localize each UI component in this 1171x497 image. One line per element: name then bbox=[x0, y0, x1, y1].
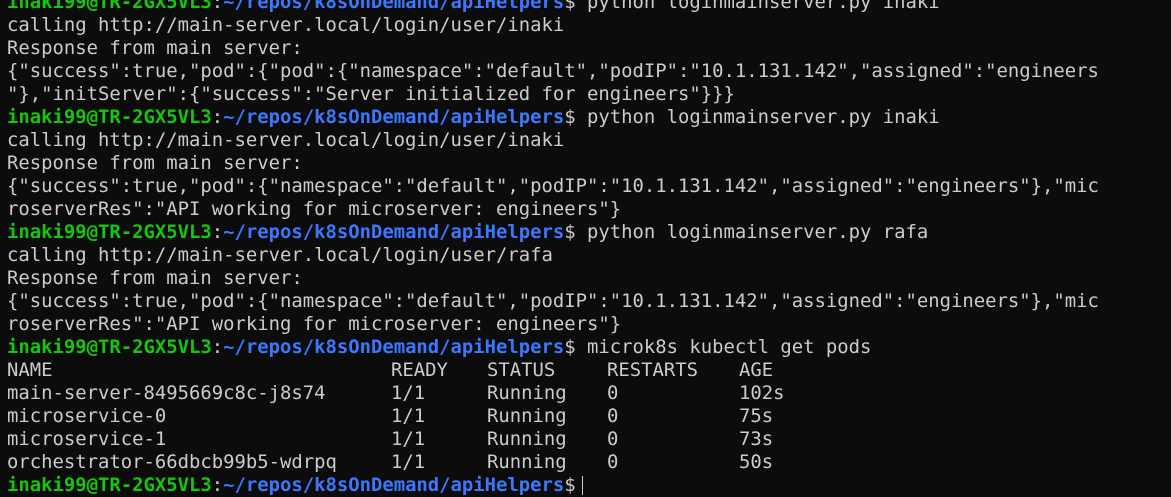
prompt-separator: : bbox=[211, 336, 224, 358]
output-line: {"success":true,"pod":{"pod":{"namespace… bbox=[7, 60, 1099, 82]
terminal-window[interactable]: inaki99@TR-2GX5VL3:~/repos/k8sOnDemand/a… bbox=[0, 0, 1171, 497]
prompt-user: inaki99@TR-2GX5VL3 bbox=[7, 474, 212, 496]
prompt-user: inaki99@TR-2GX5VL3 bbox=[7, 0, 212, 13]
pod-ready: 1/1 bbox=[391, 382, 426, 404]
prompt-path: ~/repos/k8sOnDemand/apiHelpers bbox=[223, 221, 565, 243]
table-row: microservice-1 1/1 Running 0 73s bbox=[0, 428, 1171, 451]
prompt-line: inaki99@TR-2GX5VL3:~/repos/k8sOnDemand/a… bbox=[0, 336, 1171, 359]
output-line: roserverRes":"API working for microserve… bbox=[7, 313, 622, 335]
pod-ready: 1/1 bbox=[391, 451, 426, 473]
pod-restarts: 0 bbox=[607, 451, 619, 473]
pod-age: 50s bbox=[739, 451, 774, 473]
output-line: Response from main server: bbox=[7, 152, 303, 174]
command-text: python loginmainserver.py inaki bbox=[587, 0, 940, 13]
output-line: roserverRes":"API working for microserve… bbox=[7, 198, 622, 220]
prompt-path: ~/repos/k8sOnDemand/apiHelpers bbox=[223, 336, 565, 358]
pod-restarts: 0 bbox=[607, 382, 619, 404]
table-row: main-server-8495669c8c-j8s74 1/1 Running 0 1… bbox=[0, 382, 1171, 405]
prompt-path: ~/repos/k8sOnDemand/apiHelpers bbox=[223, 474, 565, 496]
prompt-separator: : bbox=[211, 0, 224, 13]
pod-ready: 1/1 bbox=[391, 405, 426, 427]
pod-age: 73s bbox=[739, 428, 774, 450]
table-header-row: NAME READY STATUS RESTARTS AGE bbox=[0, 359, 1171, 382]
prompt-path: ~/repos/k8sOnDemand/apiHelpers bbox=[223, 0, 565, 13]
output-line: Response from main server: bbox=[7, 37, 303, 59]
output-line: Response from main server: bbox=[7, 267, 303, 289]
prompt-separator: : bbox=[211, 221, 224, 243]
output-line: {"success":true,"pod":{"namespace":"defa… bbox=[7, 175, 1099, 197]
prompt-separator: : bbox=[211, 474, 224, 496]
prompt-symbol: $ bbox=[564, 0, 576, 13]
table-header-age: AGE bbox=[739, 359, 774, 381]
output-line: calling http://main-server.local/login/u… bbox=[7, 14, 565, 36]
prompt-user: inaki99@TR-2GX5VL3 bbox=[7, 221, 212, 243]
prompt-symbol: $ bbox=[564, 474, 576, 496]
pod-restarts: 0 bbox=[607, 428, 619, 450]
command-text: microk8s kubectl get pods bbox=[587, 336, 872, 358]
prompt-line: inaki99@TR-2GX5VL3:~/repos/k8sOnDemand/a… bbox=[0, 0, 1171, 14]
pod-name: microservice-1 bbox=[7, 428, 167, 450]
pod-age: 75s bbox=[739, 405, 774, 427]
table-row: orchestrator-66dbcb99b5-wdrpq 1/1 Running 0… bbox=[0, 451, 1171, 474]
table-header-name: NAME bbox=[7, 359, 53, 381]
output-line: calling http://main-server.local/login/u… bbox=[7, 129, 565, 151]
output-line: calling http://main-server.local/login/u… bbox=[7, 244, 553, 266]
command-text: python loginmainserver.py rafa bbox=[587, 221, 929, 243]
prompt-symbol: $ bbox=[564, 106, 576, 128]
pod-status: Running bbox=[487, 382, 567, 404]
prompt-path: ~/repos/k8sOnDemand/apiHelpers bbox=[223, 106, 565, 128]
command-text: python loginmainserver.py inaki bbox=[587, 106, 940, 128]
pod-name: main-server-8495669c8c-j8s74 bbox=[7, 382, 326, 404]
pod-name: microservice-0 bbox=[7, 405, 167, 427]
prompt-symbol: $ bbox=[564, 336, 576, 358]
table-header-ready: READY bbox=[391, 359, 448, 381]
pod-ready: 1/1 bbox=[391, 428, 426, 450]
pod-age: 102s bbox=[739, 382, 785, 404]
output-line: "},"initServer":{"success":"Server initi… bbox=[7, 83, 735, 105]
prompt-symbol: $ bbox=[564, 221, 576, 243]
prompt-user: inaki99@TR-2GX5VL3 bbox=[7, 106, 212, 128]
pod-status: Running bbox=[487, 405, 567, 427]
prompt-line: inaki99@TR-2GX5VL3:~/repos/k8sOnDemand/a… bbox=[0, 106, 1171, 129]
prompt-line: inaki99@TR-2GX5VL3:~/repos/k8sOnDemand/a… bbox=[0, 221, 1171, 244]
prompt-user: inaki99@TR-2GX5VL3 bbox=[7, 336, 212, 358]
pod-status: Running bbox=[487, 428, 567, 450]
pod-name: orchestrator-66dbcb99b5-wdrpq bbox=[7, 451, 337, 473]
table-row: microservice-0 1/1 Running 0 75s bbox=[0, 405, 1171, 428]
pod-status: Running bbox=[487, 451, 567, 473]
table-header-status: STATUS bbox=[487, 359, 556, 381]
prompt-separator: : bbox=[211, 106, 224, 128]
table-header-restarts: RESTARTS bbox=[607, 359, 698, 381]
output-line: {"success":true,"pod":{"namespace":"defa… bbox=[7, 290, 1099, 312]
pod-restarts: 0 bbox=[607, 405, 619, 427]
